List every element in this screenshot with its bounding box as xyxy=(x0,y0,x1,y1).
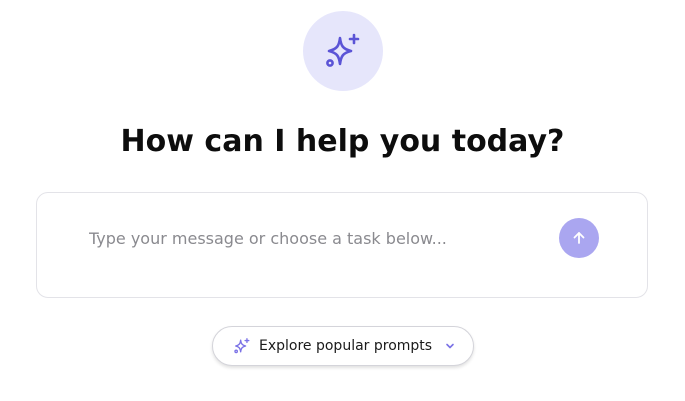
message-input[interactable] xyxy=(89,224,539,252)
sparkles-icon xyxy=(233,337,251,355)
explore-prompts-button[interactable]: Explore popular prompts xyxy=(212,326,474,366)
arrow-up-icon xyxy=(573,232,585,244)
send-button[interactable] xyxy=(559,218,599,258)
page-title: How can I help you today? xyxy=(120,124,565,159)
message-composer xyxy=(36,192,648,298)
page: How can I help you today? Explore popula… xyxy=(0,0,685,401)
hero-sparkles-icon xyxy=(303,11,383,91)
explore-prompts-label: Explore popular prompts xyxy=(259,338,433,354)
chevron-down-icon xyxy=(444,340,456,352)
